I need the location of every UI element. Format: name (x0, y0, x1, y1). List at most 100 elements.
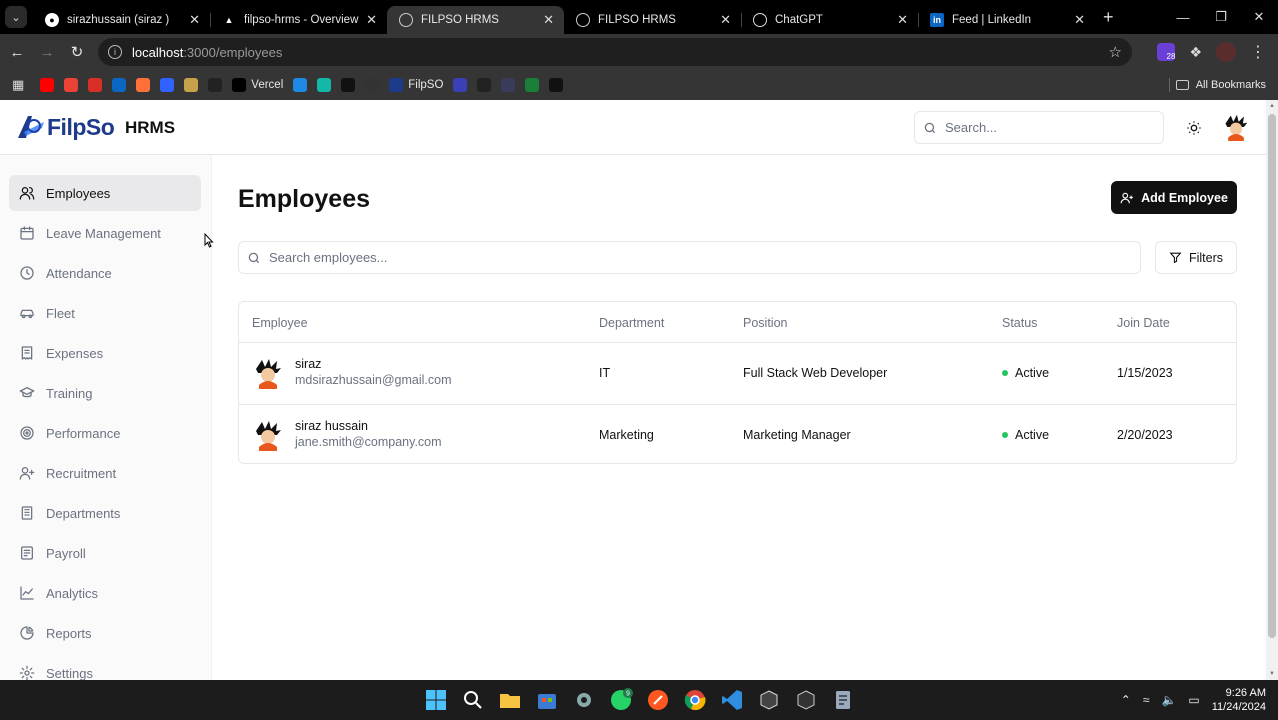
notepad-icon[interactable] (831, 688, 855, 712)
forward-arrow-icon[interactable]: → (32, 44, 62, 61)
sidebar-item-reports[interactable]: Reports (9, 615, 201, 651)
scrollbar-thumb[interactable] (1268, 114, 1276, 638)
bookmark-item[interactable] (341, 78, 356, 92)
sidebar-item-leave-management[interactable]: Leave Management (9, 215, 201, 251)
chrome-icon[interactable] (683, 688, 707, 712)
reload-icon[interactable]: ↻ (62, 43, 92, 61)
close-window-icon[interactable]: ✕ (1240, 0, 1278, 34)
sidebar-item-payroll[interactable]: Payroll (9, 535, 201, 571)
speaker-icon[interactable]: 🔈 (1161, 693, 1176, 707)
profile-avatar[interactable] (1216, 42, 1236, 62)
tab-search-chevron-icon[interactable]: ⌄ (5, 6, 27, 28)
sidebar-item-departments[interactable]: Departments (9, 495, 201, 531)
scroll-up-arrow-icon[interactable]: ▲ (1269, 103, 1275, 109)
bookmark-item[interactable] (136, 78, 151, 92)
bookmark-item[interactable] (525, 78, 540, 92)
bookmark-item[interactable]: FilpSO (389, 78, 443, 92)
sidebar-item-training[interactable]: Training (9, 375, 201, 411)
close-icon[interactable]: ✕ (366, 12, 377, 28)
bookmark-item[interactable] (549, 78, 564, 92)
bookmark-item[interactable] (453, 78, 468, 92)
bookmark-item[interactable] (365, 78, 380, 92)
scroll-down-arrow-icon[interactable]: ▼ (1269, 671, 1275, 677)
table-row[interactable]: siraz hussain jane.smith@company.com Marke… (239, 404, 1236, 465)
bookmark-item[interactable] (317, 78, 332, 92)
close-icon[interactable]: ✕ (1074, 12, 1085, 28)
bookmark-item[interactable] (208, 78, 223, 92)
bookmark-item[interactable] (64, 78, 79, 92)
column-header-department[interactable]: Department (599, 316, 664, 330)
apps-grid-icon[interactable]: ▦ (12, 77, 24, 93)
close-icon[interactable]: ✕ (189, 12, 200, 28)
column-header-status[interactable]: Status (1002, 316, 1037, 330)
minimize-icon[interactable]: — (1164, 0, 1202, 34)
settings-gear-icon[interactable] (572, 688, 596, 712)
site-info-icon[interactable]: i (108, 45, 122, 59)
sidebar-item-analytics[interactable]: Analytics (9, 575, 201, 611)
file-explorer-icon[interactable] (498, 688, 522, 712)
browser-tab-github[interactable]: ● sirazhussain (siraz ) ✕ (33, 6, 211, 34)
close-icon[interactable]: ✕ (720, 12, 731, 28)
bookmark-item[interactable]: Vercel (232, 78, 283, 92)
global-search-input[interactable] (945, 120, 1145, 135)
all-bookmarks-button[interactable]: All Bookmarks (1175, 70, 1266, 100)
extension-badge-icon[interactable]: 28 (1157, 43, 1176, 61)
bookmark-item[interactable] (40, 78, 55, 92)
microsoft-store-icon[interactable] (535, 688, 559, 712)
windows-start-icon[interactable] (424, 688, 448, 712)
battery-icon[interactable]: ▭ (1188, 693, 1199, 707)
filters-button[interactable]: Filters (1155, 241, 1237, 274)
add-employee-button[interactable]: Add Employee (1111, 181, 1237, 214)
close-icon[interactable]: ✕ (543, 12, 554, 28)
browser-tab-filpso[interactable]: FILPSO HRMS ✕ (564, 6, 742, 34)
column-header-join-date[interactable]: Join Date (1117, 316, 1170, 330)
sidebar-item-performance[interactable]: Performance (9, 415, 201, 451)
chevron-up-icon[interactable]: ⌃ (1121, 693, 1131, 707)
sidebar-item-settings[interactable]: Settings (9, 655, 201, 680)
bookmark-item[interactable] (477, 78, 492, 92)
vscode-icon[interactable] (720, 688, 744, 712)
kebab-menu-icon[interactable]: ⋮ (1250, 42, 1266, 62)
bookmark-item[interactable] (184, 78, 199, 92)
close-icon[interactable]: ✕ (897, 12, 908, 28)
app-cube-icon[interactable] (794, 688, 818, 712)
whatsapp-icon[interactable]: 9 (609, 688, 633, 712)
browser-tab-strip: ⌄ ● sirazhussain (siraz ) ✕ ▲ filpso-hrm… (0, 0, 1278, 34)
taskbar-search-icon[interactable] (461, 688, 485, 712)
url-bar[interactable]: i localhost:3000/employees ☆ (98, 38, 1132, 66)
employee-search-input[interactable] (269, 250, 1129, 265)
column-header-position[interactable]: Position (743, 316, 787, 330)
bookmark-item[interactable] (501, 78, 516, 92)
browser-tab-vercel[interactable]: ▲ filpso-hrms - Overview – V ✕ (210, 6, 387, 34)
bookmark-item[interactable] (160, 78, 175, 92)
restore-icon[interactable]: ❐ (1202, 0, 1240, 34)
wifi-icon[interactable]: ≈ (1143, 693, 1150, 707)
app-cube-icon[interactable] (757, 688, 781, 712)
bookmark-item[interactable] (293, 78, 308, 92)
sidebar-item-expenses[interactable]: Expenses (9, 335, 201, 371)
sidebar-item-recruitment[interactable]: Recruitment (9, 455, 201, 491)
sidebar-item-attendance[interactable]: Attendance (9, 255, 201, 291)
bookmark-item[interactable] (88, 78, 103, 92)
user-avatar[interactable] (1222, 113, 1250, 141)
theme-toggle-button[interactable] (1178, 112, 1210, 144)
sidebar-item-employees[interactable]: Employees (9, 175, 201, 211)
new-tab-plus-icon[interactable]: + (1103, 7, 1114, 28)
browser-tab-filpso-active[interactable]: FILPSO HRMS ✕ (387, 6, 564, 34)
browser-tab-linkedin[interactable]: in Feed | LinkedIn ✕ (918, 6, 1095, 34)
brave-like-icon[interactable] (646, 688, 670, 712)
employee-search (238, 241, 1141, 274)
github-icon: ● (45, 13, 59, 27)
column-header-employee[interactable]: Employee (252, 316, 308, 330)
back-arrow-icon[interactable]: ← (2, 44, 32, 61)
system-clock[interactable]: 9:26 AM 11/24/2024 (1212, 686, 1266, 714)
table-row[interactable]: siraz mdsirazhussain@gmail.com IT Full Stac… (239, 343, 1236, 404)
page-scrollbar[interactable]: ▲ ▼ (1266, 100, 1278, 680)
browser-tab-chatgpt[interactable]: ChatGPT ✕ (741, 6, 919, 34)
sidebar-item-fleet[interactable]: Fleet (9, 295, 201, 331)
taskbar-apps: 9 (424, 680, 855, 720)
filpso-logo[interactable]: FilpSo (16, 112, 115, 142)
bookmark-star-icon[interactable]: ☆ (1109, 43, 1122, 61)
bookmark-item[interactable] (112, 78, 127, 92)
extensions-puzzle-icon[interactable]: ❖ (1189, 44, 1202, 61)
